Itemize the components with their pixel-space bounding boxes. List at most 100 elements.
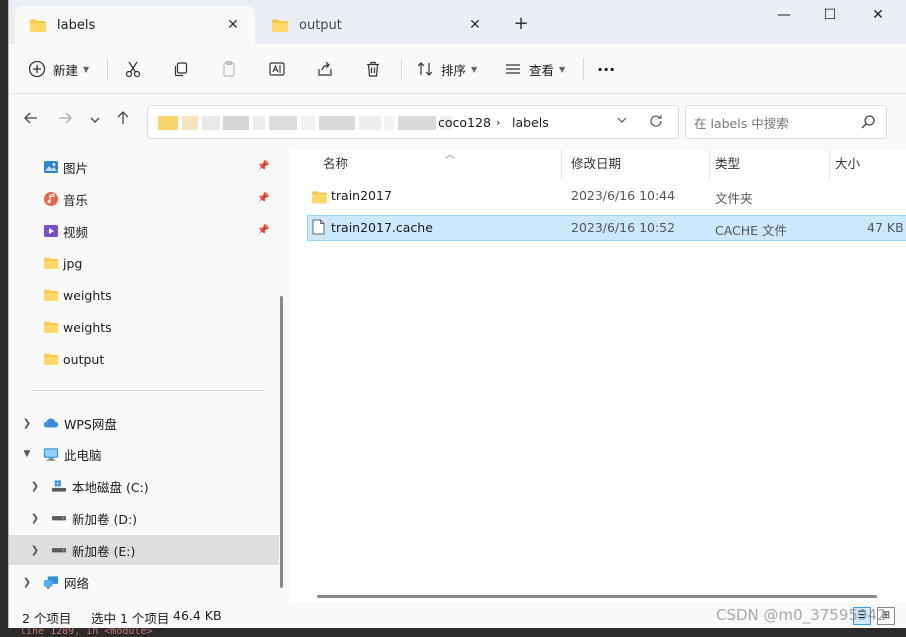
- cut-button[interactable]: [123, 54, 143, 84]
- item-count: 2 个项目: [22, 611, 72, 626]
- chevron-right-icon[interactable]: ❯: [21, 418, 33, 429]
- file-size: 47 KB: [867, 220, 904, 235]
- chevron-down-icon: ▼: [559, 64, 566, 74]
- column-divider[interactable]: [709, 150, 710, 180]
- sidebar-scrollbar[interactable]: [280, 296, 283, 588]
- sidebar-item-drive-e[interactable]: ❯ 新加卷 (E:): [9, 535, 279, 565]
- file-name: train2017: [331, 188, 392, 203]
- toolbar-divider: [583, 58, 584, 80]
- sidebar-item-label: output: [63, 351, 105, 367]
- sidebar-item-label: 网络: [64, 575, 90, 591]
- sidebar-item-label: 本地磁盘 (C:): [72, 479, 149, 495]
- search-icon[interactable]: [860, 114, 876, 130]
- search-box[interactable]: [685, 105, 887, 139]
- sidebar-item-weights[interactable]: weights: [9, 280, 273, 310]
- sidebar-item-wps-cloud[interactable]: ❯ WPS网盘: [9, 408, 273, 438]
- sidebar-item-label: WPS网盘: [64, 416, 117, 432]
- arrow-left-icon: [24, 112, 37, 124]
- breadcrumb-labels[interactable]: labels: [512, 115, 549, 130]
- refresh-icon[interactable]: [648, 113, 664, 132]
- sidebar-item-music[interactable]: 音乐 📌: [9, 184, 273, 214]
- sidebar-divider: [31, 390, 264, 391]
- maximize-button[interactable]: ☐: [807, 0, 853, 32]
- breadcrumb-coco128[interactable]: coco128: [438, 115, 491, 130]
- more-icon: ···: [597, 59, 616, 79]
- table-row-selected[interactable]: train2017.cache 2023/6/16 10:52 CACHE 文件…: [307, 215, 906, 241]
- sidebar-item-network[interactable]: ❯ 网络: [9, 567, 273, 597]
- sidebar-item-this-pc[interactable]: ▼ 此电脑: [9, 439, 273, 469]
- paste-button[interactable]: [219, 54, 239, 84]
- arrow-right-icon: [59, 112, 72, 124]
- column-header-name[interactable]: 名称: [323, 150, 348, 180]
- sidebar-item-videos[interactable]: 视频 📌: [9, 216, 273, 246]
- search-input[interactable]: [694, 114, 854, 132]
- address-bar[interactable]: coco128 › labels: [147, 105, 679, 139]
- delete-button[interactable]: [363, 54, 383, 84]
- folder-icon: [43, 287, 59, 303]
- more-button[interactable]: ···: [597, 54, 615, 84]
- column-header-modified[interactable]: 修改日期: [571, 150, 621, 180]
- selection-count: 选中 1 个项目: [91, 611, 170, 626]
- address-dropdown-icon[interactable]: [616, 114, 628, 129]
- close-icon[interactable]: ✕: [465, 17, 485, 33]
- videos-icon: [43, 223, 59, 239]
- sidebar-item-jpg[interactable]: jpg: [9, 248, 273, 278]
- folder-icon: [43, 319, 59, 335]
- watermark: CSDN @m0_37595942: [716, 606, 887, 624]
- sidebar-item-pictures[interactable]: 图片 📌: [9, 152, 273, 182]
- chevron-down-icon: [90, 117, 100, 123]
- chevron-right-icon[interactable]: ❯: [29, 513, 41, 524]
- copy-button[interactable]: [171, 54, 191, 84]
- share-button[interactable]: [315, 54, 335, 84]
- column-header-size[interactable]: 大小: [835, 150, 860, 180]
- folder-icon: [43, 351, 59, 367]
- up-button[interactable]: [111, 110, 135, 134]
- chevron-right-icon[interactable]: ❯: [29, 481, 41, 492]
- pictures-icon: [43, 159, 59, 175]
- view-button[interactable]: 查看 ▼: [503, 54, 565, 84]
- folder-icon: [43, 255, 59, 271]
- tab-label: output: [299, 17, 342, 33]
- column-divider[interactable]: [561, 150, 562, 180]
- horizontal-scrollbar[interactable]: [317, 595, 877, 598]
- forward-button[interactable]: [53, 110, 77, 134]
- chevron-right-icon: ›: [496, 116, 501, 129]
- file-name: train2017.cache: [331, 220, 433, 235]
- pin-icon[interactable]: 📌: [257, 225, 269, 237]
- pin-icon[interactable]: 📌: [257, 193, 269, 205]
- rename-button[interactable]: [267, 54, 287, 84]
- music-icon: [43, 191, 59, 207]
- new-button[interactable]: 新建 ▼: [27, 54, 89, 84]
- view-label: 查看: [529, 62, 555, 78]
- file-type: CACHE 文件: [715, 223, 788, 238]
- address-row: coco128 › labels: [9, 94, 906, 150]
- tab-labels[interactable]: labels ✕: [15, 6, 255, 44]
- sidebar-item-label: jpg: [63, 255, 83, 271]
- table-row[interactable]: train2017 2023/6/16 10:44 文件夹: [307, 184, 906, 210]
- sort-ascending-icon: ︿: [445, 150, 455, 161]
- sort-button[interactable]: 排序 ▼: [415, 54, 477, 84]
- computer-icon: [43, 446, 59, 462]
- sort-label: 排序: [441, 62, 467, 78]
- sidebar-item-output[interactable]: output: [9, 344, 273, 374]
- file-modified: 2023/6/16 10:44: [571, 188, 676, 203]
- close-icon[interactable]: ✕: [223, 17, 243, 33]
- back-button[interactable]: [19, 110, 43, 134]
- recent-button[interactable]: [83, 110, 107, 134]
- sidebar-item-drive-d[interactable]: ❯ 新加卷 (D:): [9, 503, 273, 533]
- column-header-type[interactable]: 类型: [715, 150, 740, 180]
- close-window-button[interactable]: ✕: [855, 0, 901, 32]
- sidebar-item-weights-2[interactable]: weights: [9, 312, 273, 342]
- pin-icon[interactable]: 📌: [257, 161, 269, 173]
- sidebar-item-drive-c[interactable]: ❯ 本地磁盘 (C:): [9, 471, 273, 501]
- drive-icon: [51, 542, 67, 558]
- chevron-right-icon[interactable]: ❯: [29, 545, 41, 556]
- new-tab-button[interactable]: +: [509, 12, 533, 36]
- column-divider[interactable]: [829, 150, 830, 180]
- minimize-button[interactable]: —: [761, 0, 807, 32]
- tab-output[interactable]: output ✕: [257, 6, 497, 44]
- chevron-down-icon[interactable]: ▼: [21, 449, 33, 459]
- selection-size: 46.4 KB: [173, 608, 222, 623]
- arrow-up-icon: [117, 111, 129, 124]
- chevron-right-icon[interactable]: ❯: [21, 577, 33, 588]
